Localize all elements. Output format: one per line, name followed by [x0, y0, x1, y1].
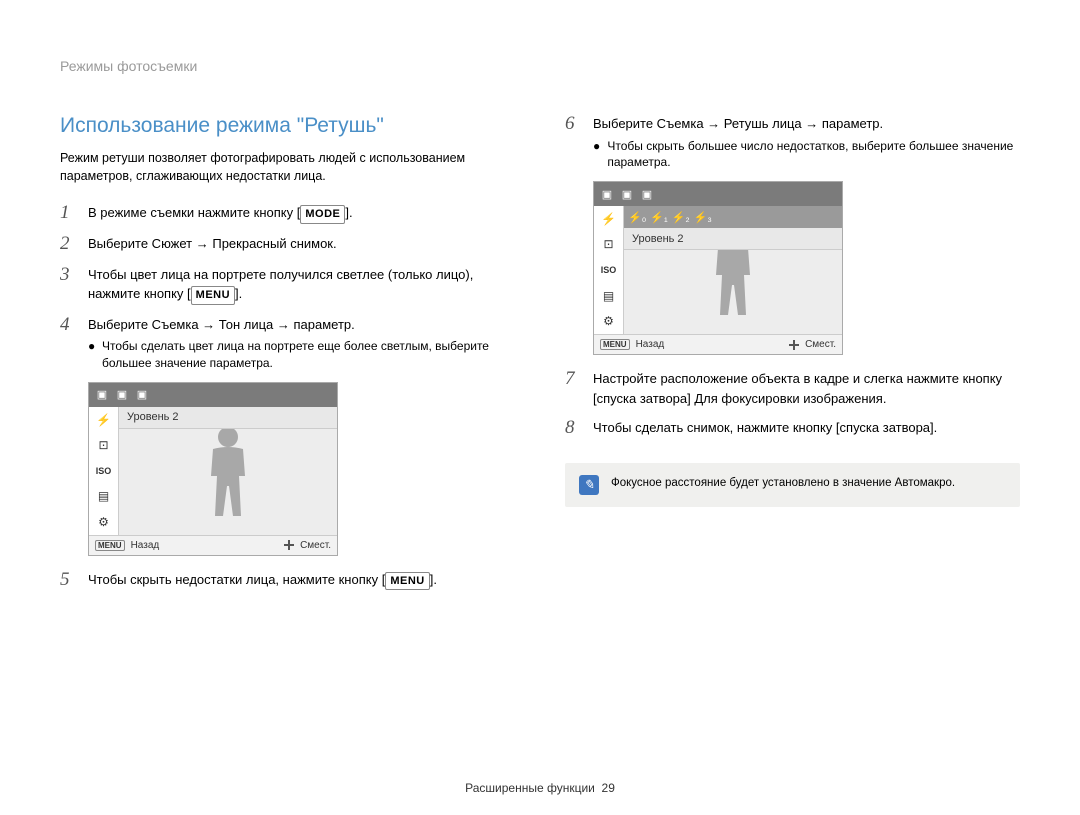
- right-column: 6 Выберите Съемка → Ретушь лица → параме…: [565, 114, 1020, 601]
- step-7: 7 Настройте расположение объекта в кадре…: [565, 369, 1020, 408]
- footer-page-number: 29: [602, 781, 615, 795]
- camera-topbar: ▣ ▣ ▣: [89, 383, 337, 407]
- flash-off-icon: ⚙: [594, 308, 623, 334]
- back-label: Назад: [131, 540, 160, 551]
- bullet-text: Чтобы скрыть большее число недостатков, …: [607, 138, 1020, 172]
- level-option-icon: ⚡₀: [628, 211, 646, 224]
- dpad-icon: [284, 540, 294, 550]
- footer-label: Расширенные функции: [465, 781, 595, 795]
- menu-badge: MENU: [385, 572, 429, 591]
- step-number: 6: [565, 114, 579, 135]
- iso-icon: ISO: [594, 257, 623, 283]
- step-number: 3: [60, 265, 74, 286]
- camera-footer: MENU Назад Смест.: [594, 334, 842, 354]
- step-text: ].: [345, 205, 352, 220]
- camera-preview-2: ▣ ▣ ▣ ⚡ ⊡ ISO ▤ ⚙ ⚡₀ ⚡₁: [593, 181, 843, 355]
- step-number: 7: [565, 369, 579, 390]
- step-5: 5 Чтобы скрыть недостатки лица, нажмите …: [60, 570, 515, 591]
- camera-body: ⚡ ⊡ ISO ▤ ⚙ Уровень 2: [89, 407, 337, 535]
- level-indicator: Уровень 2: [624, 228, 842, 250]
- move-label: Смест.: [805, 339, 836, 350]
- breadcrumb: Режимы фотосъемки: [60, 58, 1020, 74]
- step-text: Выберите Съемка → Тон лица → параметр.: [88, 315, 515, 335]
- bullet-icon: ●: [88, 338, 94, 372]
- level-options-row: ⚡₀ ⚡₁ ⚡₂ ⚡₃: [624, 206, 842, 228]
- step-number: 8: [565, 418, 579, 439]
- bullet-icon: ●: [593, 138, 599, 172]
- move-label: Смест.: [300, 540, 331, 551]
- intro-text: Режим ретуши позволяет фотографировать л…: [60, 150, 515, 185]
- level-option-icon: ⚡₁: [650, 211, 667, 224]
- bullet-text: Чтобы сделать цвет лица на портрете еще …: [102, 338, 515, 372]
- section-title: Использование режима "Ретушь": [60, 114, 515, 138]
- menu-badge-small: MENU: [600, 339, 630, 350]
- note-text: Фокусное расстояние будет установлено в …: [611, 475, 955, 491]
- focus-icon: ⊡: [89, 432, 118, 458]
- level-option-icon: ⚡₃: [694, 211, 712, 224]
- step-3: 3 Чтобы цвет лица на портрете получился …: [60, 265, 515, 305]
- left-column: Использование режима "Ретушь" Режим рету…: [60, 114, 515, 601]
- mode-icon: ▣: [135, 388, 149, 402]
- step-4: 4 Выберите Съемка → Тон лица → параметр.…: [60, 315, 515, 372]
- info-icon: ✎: [579, 475, 599, 495]
- step-number: 4: [60, 315, 74, 336]
- step-1: 1 В режиме съемки нажмите кнопку [MODE].: [60, 203, 515, 224]
- focus-icon: ⊡: [594, 232, 623, 258]
- level-option-icon: ⚡₂: [672, 211, 690, 224]
- person-silhouette-icon: [193, 421, 263, 521]
- step-body: Настройте расположение объекта в кадре и…: [593, 369, 1020, 408]
- step-body: Выберите Съемка → Тон лица → параметр. ●…: [88, 315, 515, 372]
- camera-main: Уровень 2: [119, 407, 337, 535]
- iso-icon: ISO: [89, 458, 118, 484]
- back-label: Назад: [636, 339, 665, 350]
- mode-badge: MODE: [300, 205, 345, 224]
- step-text: Выберите Съемка → Ретушь лица → параметр…: [593, 114, 1020, 134]
- step-bullet: ● Чтобы сделать цвет лица на портрете ещ…: [88, 338, 515, 372]
- camera-sidebar: ⚡ ⊡ ISO ▤ ⚙: [594, 206, 624, 334]
- step-body: Чтобы скрыть недостатки лица, нажмите кн…: [88, 570, 515, 591]
- menu-badge-small: MENU: [95, 540, 125, 551]
- step-text: Чтобы скрыть недостатки лица, нажмите кн…: [88, 572, 385, 587]
- step-body: Выберите Сюжет → Прекрасный снимок.: [88, 234, 515, 254]
- camera-sidebar: ⚡ ⊡ ISO ▤ ⚙: [89, 407, 119, 535]
- content-columns: Использование режима "Ретушь" Режим рету…: [60, 114, 1020, 601]
- flash-off-icon: ⚙: [89, 509, 118, 535]
- step-body: Выберите Съемка → Ретушь лица → параметр…: [593, 114, 1020, 171]
- step-bullet: ● Чтобы скрыть большее число недостатков…: [593, 138, 1020, 172]
- step-text: В режиме съемки нажмите кнопку [: [88, 205, 300, 220]
- step-body: Чтобы сделать снимок, нажмите кнопку [сп…: [593, 418, 1020, 438]
- note-box: ✎ Фокусное расстояние будет установлено …: [565, 463, 1020, 507]
- menu-badge: MENU: [191, 286, 235, 305]
- exposure-icon: ⚡: [89, 407, 118, 433]
- wb-icon: ▤: [89, 484, 118, 510]
- step-text: ].: [430, 572, 437, 587]
- step-text: ].: [235, 286, 242, 301]
- mode-icon: ▣: [95, 388, 109, 402]
- dpad-icon: [789, 340, 799, 350]
- mode-icon: ▣: [600, 187, 614, 201]
- step-number: 1: [60, 203, 74, 224]
- page-footer: Расширенные функции 29: [0, 781, 1080, 795]
- level-indicator: Уровень 2: [119, 407, 337, 429]
- exposure-icon: ⚡: [594, 206, 623, 232]
- step-body: Чтобы цвет лица на портрете получился св…: [88, 265, 515, 305]
- mode-icon: ▣: [640, 187, 654, 201]
- step-body: В режиме съемки нажмите кнопку [MODE].: [88, 203, 515, 224]
- step-text: Чтобы цвет лица на портрете получился св…: [88, 267, 473, 302]
- step-8: 8 Чтобы сделать снимок, нажмите кнопку […: [565, 418, 1020, 439]
- step-number: 5: [60, 570, 74, 591]
- wb-icon: ▤: [594, 283, 623, 309]
- step-2: 2 Выберите Сюжет → Прекрасный снимок.: [60, 234, 515, 255]
- step-number: 2: [60, 234, 74, 255]
- page: Режимы фотосъемки Использование режима "…: [0, 0, 1080, 641]
- camera-topbar: ▣ ▣ ▣: [594, 182, 842, 206]
- camera-main: ⚡₀ ⚡₁ ⚡₂ ⚡₃ Уровень 2: [624, 206, 842, 334]
- mode-icon: ▣: [115, 388, 129, 402]
- camera-footer: MENU Назад Смест.: [89, 535, 337, 555]
- mode-icon: ▣: [620, 187, 634, 201]
- camera-preview-1: ▣ ▣ ▣ ⚡ ⊡ ISO ▤ ⚙ Уровень 2: [88, 382, 338, 556]
- step-6: 6 Выберите Съемка → Ретушь лица → параме…: [565, 114, 1020, 171]
- camera-body: ⚡ ⊡ ISO ▤ ⚙ ⚡₀ ⚡₁ ⚡₂ ⚡₃ Уровень 2: [594, 206, 842, 334]
